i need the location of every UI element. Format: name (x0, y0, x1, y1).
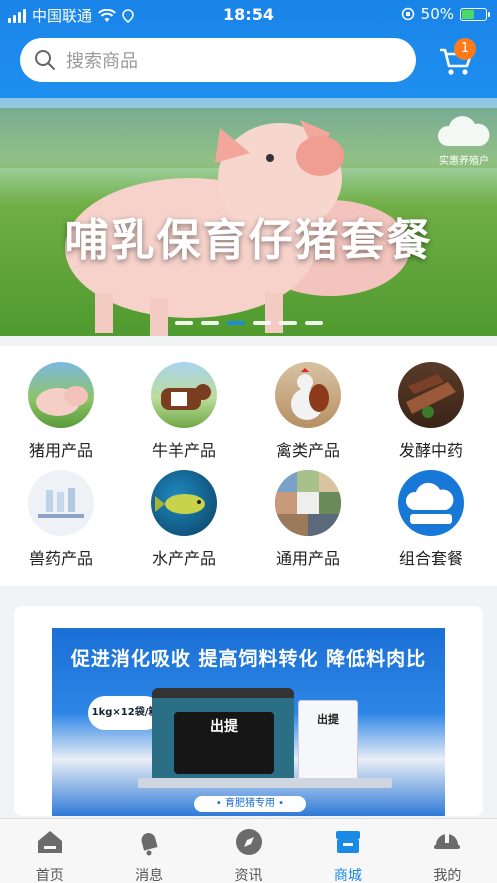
cloud-logo-icon (437, 116, 490, 146)
tab-me[interactable]: 我的 (398, 819, 497, 883)
banner-carousel[interactable]: 实惠养殖户 哺乳保育仔猪套餐 (0, 98, 497, 336)
pack-size-label: 1kg×12袋/箱 (88, 696, 162, 730)
product-name: 出提 (210, 719, 238, 735)
tab-news[interactable]: 资讯 (199, 819, 298, 883)
cart-badge: 1 (454, 38, 476, 60)
bottom-tab-bar: 首页 消息 资讯 商城 我的 (0, 818, 497, 883)
bell-icon (141, 833, 158, 856)
product-bag-image: 出提 (298, 700, 358, 786)
category-grid: 猪用产品 牛羊产品 禽类产品 发酵中药 兽药产品 水产产品 通用产品 组合套餐 (0, 346, 497, 586)
category-poultry[interactable]: 禽类产品 (258, 362, 358, 461)
banner-title: 哺乳保育仔猪套餐 (64, 215, 433, 266)
store-icon (335, 831, 360, 853)
compass-icon (235, 829, 262, 855)
brand-logo: 实惠养殖户 (435, 116, 493, 167)
collage-photo (275, 470, 341, 536)
cart-button[interactable]: 1 (438, 38, 476, 78)
vial-photo (28, 470, 94, 536)
tab-home[interactable]: 首页 (0, 819, 99, 883)
category-pig[interactable]: 猪用产品 (11, 362, 111, 461)
tab-messages[interactable]: 消息 (99, 819, 198, 883)
carousel-dot[interactable] (200, 321, 219, 325)
carousel-indicator (0, 321, 497, 325)
status-bar: 中国联通 18:54 50% (0, 0, 497, 30)
header: 中国联通 18:54 50% 搜索商品 1 (0, 0, 497, 98)
helmet-icon (434, 833, 461, 849)
category-fermented-herbs[interactable]: 发酵中药 (381, 362, 481, 461)
search-bar[interactable]: 搜索商品 (20, 38, 416, 82)
battery-percent: 50% (420, 5, 454, 23)
promo-banner[interactable]: 促进消化吸收 提高饲料转化 降低料肉比 1kg×12袋/箱 出提 出提 • 育肥… (52, 628, 445, 816)
carousel-dot[interactable] (304, 321, 323, 325)
carousel-dot-active[interactable] (226, 321, 245, 325)
brand-logo (398, 470, 464, 536)
category-cattle-sheep[interactable]: 牛羊产品 (134, 362, 234, 461)
category-combo-package[interactable]: 组合套餐 (381, 470, 481, 569)
promo-card[interactable]: 促进消化吸收 提高饲料转化 降低料肉比 1kg×12袋/箱 出提 出提 • 育肥… (14, 606, 483, 816)
pig-photo (28, 362, 94, 428)
promo-headline: 促进消化吸收 提高饲料转化 降低料肉比 (70, 648, 427, 670)
rotation-lock-icon (401, 7, 414, 21)
carousel-dot[interactable] (252, 321, 271, 325)
search-icon (35, 50, 55, 70)
tab-store[interactable]: 商城 (298, 819, 397, 883)
bag-product-name: 出提 (317, 713, 339, 726)
category-aquatic[interactable]: 水产产品 (134, 470, 234, 569)
product-bucket-image: 出提 (152, 688, 294, 788)
search-placeholder: 搜索商品 (66, 51, 138, 72)
home-icon (37, 831, 62, 853)
category-general[interactable]: 通用产品 (258, 470, 358, 569)
promo-tag: • 育肥猪专用 • (194, 796, 306, 812)
rooster-photo (275, 362, 341, 428)
herb-photo (398, 362, 464, 428)
cattle-photo (151, 362, 217, 428)
product-stage (138, 778, 392, 788)
fish-photo (151, 470, 217, 536)
carousel-dot[interactable] (174, 321, 193, 325)
battery-icon (460, 7, 490, 21)
carousel-dot[interactable] (278, 321, 297, 325)
category-veterinary[interactable]: 兽药产品 (11, 470, 111, 569)
